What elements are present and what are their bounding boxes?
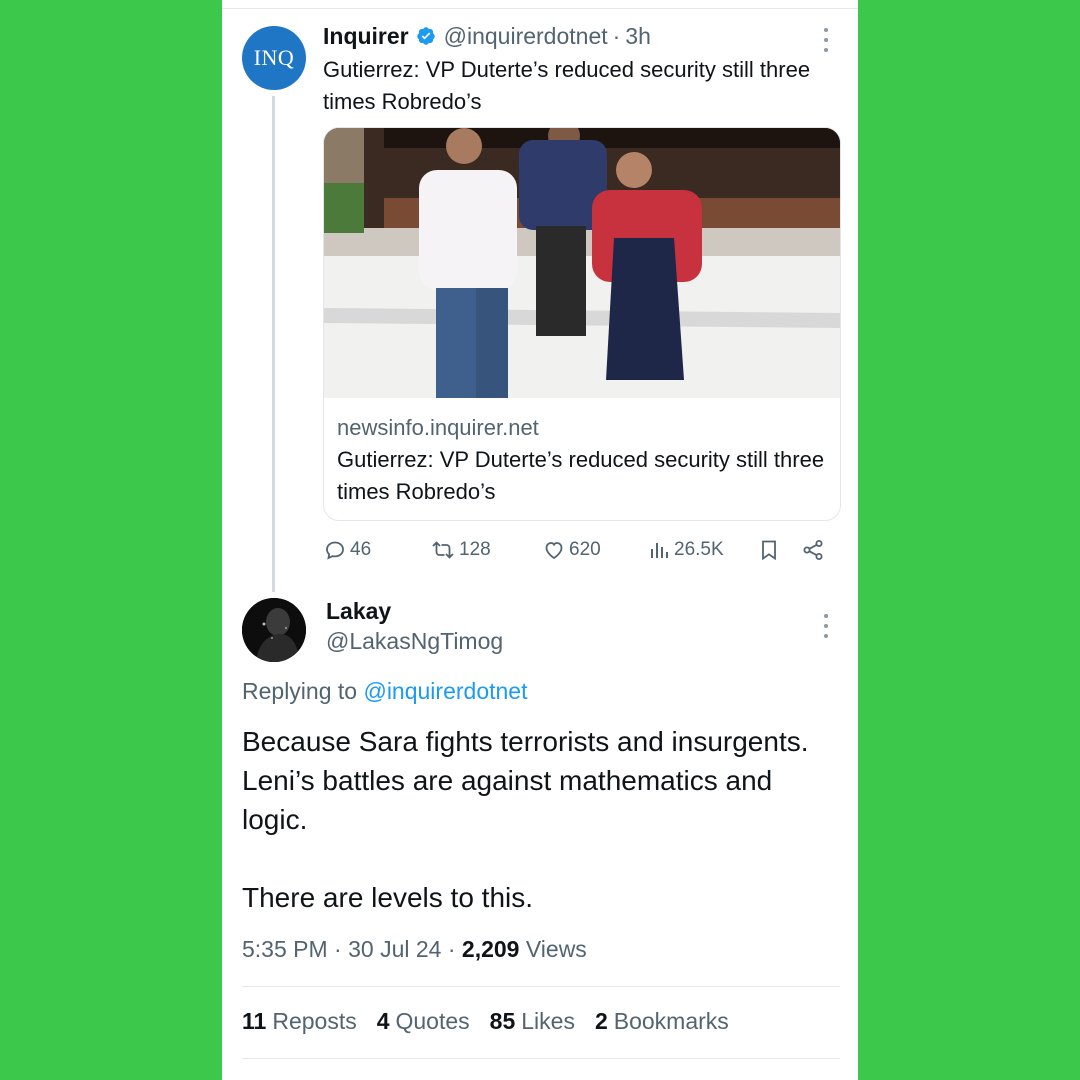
more-icon[interactable] xyxy=(820,28,832,52)
link-card-body: newsinfo.inquirer.net Gutierrez: VP Dute… xyxy=(337,412,832,508)
repost-icon xyxy=(430,538,456,562)
inquirer-avatar[interactable]: INQ xyxy=(242,26,306,90)
parent-handle[interactable]: @inquirerdotnet xyxy=(444,23,608,50)
reply-count: 46 xyxy=(350,539,372,560)
reply-text-paragraph-1: Because Sara fights terrorists and insur… xyxy=(242,726,809,835)
repost-button[interactable]: 128 xyxy=(430,534,491,566)
replying-to-label: Replying to xyxy=(242,678,358,704)
divider xyxy=(242,986,840,987)
reply-icon xyxy=(323,538,347,562)
stat-bookmarks[interactable]: 2 Bookmarks xyxy=(595,1008,729,1035)
link-card-title: Gutierrez: VP Duterte’s reduced security… xyxy=(337,447,825,504)
like-button[interactable]: 620 xyxy=(542,534,601,566)
bookmark-icon xyxy=(758,538,780,562)
bookmark-button[interactable] xyxy=(758,534,780,566)
meta-separator: · xyxy=(447,936,456,962)
parent-tweet-text: Gutierrez: VP Duterte’s reduced security… xyxy=(323,57,811,114)
replying-to-mention[interactable]: @inquirerdotnet xyxy=(363,678,527,704)
verified-badge-icon xyxy=(416,26,436,46)
repost-count: 128 xyxy=(459,539,491,560)
article-photo xyxy=(324,128,840,398)
replying-to-line: Replying to @inquirerdotnet xyxy=(242,678,527,705)
stat-quotes[interactable]: 4 Quotes xyxy=(377,1008,470,1035)
reply-tweet-text: Because Sara fights terrorists and insur… xyxy=(242,722,822,917)
link-card-domain: newsinfo.inquirer.net xyxy=(337,415,539,440)
like-count: 620 xyxy=(569,539,601,560)
reply-handle[interactable]: @LakasNgTimog xyxy=(326,628,503,655)
lakay-avatar[interactable] xyxy=(242,598,306,662)
thread-connector xyxy=(272,96,275,592)
parent-display-name[interactable]: Inquirer xyxy=(323,23,409,50)
reply-views-label: Views xyxy=(525,936,587,962)
link-card[interactable]: newsinfo.inquirer.net Gutierrez: VP Dute… xyxy=(323,127,841,521)
views-button[interactable]: 26.5K xyxy=(649,534,724,566)
reply-meta: 5:35 PM · 30 Jul 24 · 2,209 Views xyxy=(242,936,587,963)
views-icon xyxy=(649,538,671,562)
more-icon[interactable] xyxy=(820,614,832,638)
share-icon xyxy=(801,538,825,562)
meta-separator: · xyxy=(334,936,342,962)
share-button[interactable] xyxy=(801,534,825,566)
engagement-stats: 11 Reposts 4 Quotes 85 Likes 2 Bookmarks xyxy=(242,1008,729,1035)
reply-display-name[interactable]: Lakay xyxy=(326,598,391,625)
tweet-panel: INQ Inquirer @inquirerdotnet · 3h Gutier… xyxy=(222,0,858,1080)
header-separator: · xyxy=(612,22,621,49)
reply-views-count: 2,209 xyxy=(461,936,520,962)
like-icon xyxy=(542,538,566,562)
top-divider xyxy=(222,8,858,9)
reply-button[interactable]: 46 xyxy=(323,534,371,566)
stat-likes[interactable]: 85 Likes xyxy=(490,1008,575,1035)
reply-date[interactable]: 30 Jul 24 xyxy=(348,936,441,962)
parent-tweet-header: Inquirer @inquirerdotnet · 3h xyxy=(323,20,651,52)
parent-time[interactable]: 3h xyxy=(625,23,651,50)
reply-time[interactable]: 5:35 PM xyxy=(242,936,328,962)
reply-text-paragraph-2: There are levels to this. xyxy=(242,882,534,913)
stat-reposts[interactable]: 11 Reposts xyxy=(242,1008,357,1035)
divider xyxy=(242,1058,840,1059)
views-count: 26.5K xyxy=(674,539,724,560)
parent-action-bar: 46 128 620 26.5K xyxy=(323,534,833,566)
